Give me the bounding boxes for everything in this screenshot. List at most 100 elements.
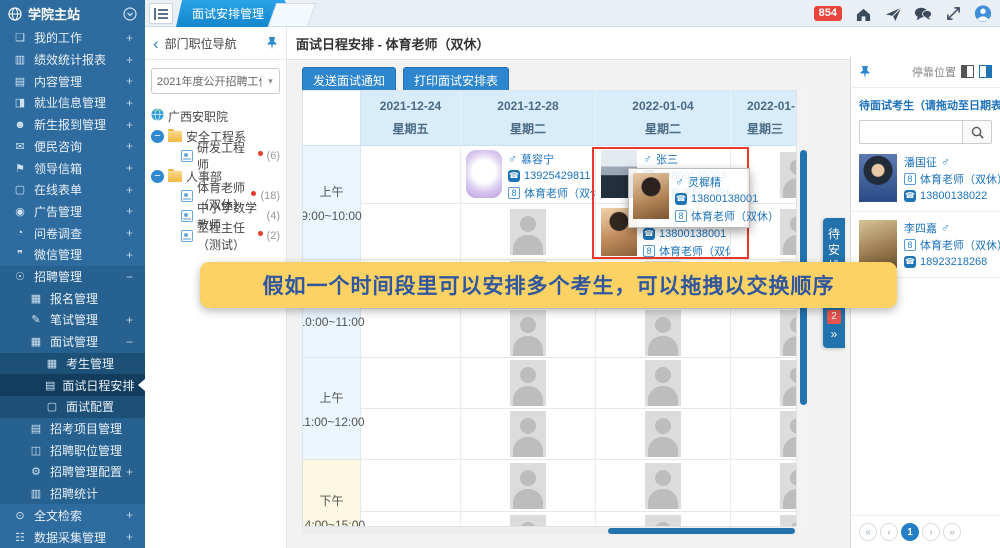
- sidebar-item-报名管理[interactable]: ▦报名管理: [0, 287, 145, 309]
- schedule-cell[interactable]: [361, 146, 461, 204]
- table-corner-cell: [303, 91, 361, 146]
- schedule-cell[interactable]: [731, 309, 797, 358]
- sidebar-item-招考项目管理[interactable]: ▤招考项目管理: [0, 418, 145, 440]
- search-button[interactable]: [962, 120, 992, 144]
- schedule-cell[interactable]: [596, 409, 731, 460]
- schedule-cell[interactable]: [596, 512, 731, 527]
- sidebar-item-面试管理[interactable]: ▦面试管理−: [0, 331, 145, 353]
- horizontal-scrollbar-thumb[interactable]: [608, 528, 795, 534]
- male-icon: ♂: [675, 175, 684, 189]
- collapse-icon[interactable]: −: [151, 170, 164, 183]
- avatar-placeholder: [645, 515, 681, 528]
- schedule-cell[interactable]: [596, 309, 731, 358]
- dragging-candidate-card[interactable]: ♂灵樨精☎138001380018体育老师（双休）: [628, 168, 750, 228]
- sidebar-item-面试配置[interactable]: ▢面试配置: [0, 396, 145, 418]
- time-row: 上午11:00~12:00: [303, 358, 796, 460]
- sidebar-item-全文检索[interactable]: ⊙全文检索+: [0, 504, 145, 526]
- project-select[interactable]: 2021年度公开招聘工作人员... ▾: [151, 68, 280, 94]
- job-badge-icon: 8: [904, 239, 916, 251]
- schedule-cell[interactable]: [361, 204, 461, 260]
- tree-position-研发工程师[interactable]: 研发工程师(6): [151, 146, 280, 166]
- avatar-placeholder: [645, 411, 681, 457]
- sidebar-item-数据采集管理[interactable]: ☷数据采集管理+: [0, 526, 145, 548]
- schedule-cell[interactable]: [596, 460, 731, 512]
- schedule-cell[interactable]: [731, 409, 797, 460]
- chevron-down-circle-icon[interactable]: [123, 7, 137, 21]
- male-icon: ♂: [941, 155, 950, 169]
- sidebar-item-笔试管理[interactable]: ✎笔试管理+: [0, 309, 145, 331]
- schedule-cell[interactable]: [361, 512, 461, 527]
- candidate-phone-line: ☎13800138022: [904, 188, 1000, 203]
- time-range: 9:00~10:00: [302, 209, 362, 223]
- search-input[interactable]: [859, 120, 962, 144]
- expand-mark: −: [126, 335, 133, 349]
- sidebar-item-招聘统计[interactable]: ▥招聘统计: [0, 483, 145, 505]
- home-icon[interactable]: [854, 5, 872, 23]
- collapse-panel-icon[interactable]: ‹: [153, 35, 159, 52]
- toggle-nav-icon[interactable]: [149, 3, 173, 24]
- user-avatar[interactable]: [974, 5, 992, 23]
- sidebar-item-绩效统计报表[interactable]: ▥绩效统计报表+: [0, 49, 145, 71]
- sidebar-item-微信管理[interactable]: ❞微信管理+: [0, 244, 145, 266]
- sidebar-item-考生管理[interactable]: ▦考生管理: [0, 353, 145, 375]
- tree-root-node[interactable]: 广西安职院: [151, 106, 280, 126]
- app-logo[interactable]: 学院主站: [0, 0, 145, 27]
- collapse-icon[interactable]: −: [151, 130, 164, 143]
- expand-mark: +: [126, 248, 133, 262]
- sidebar-item-内容管理[interactable]: ▤内容管理+: [0, 70, 145, 92]
- send-icon[interactable]: [884, 5, 902, 23]
- job-badge-icon: 8: [904, 173, 916, 185]
- schedule-cell[interactable]: [731, 358, 797, 409]
- schedule-cell[interactable]: [361, 309, 461, 358]
- schedule-cell[interactable]: [361, 358, 461, 409]
- page-button-»[interactable]: »: [943, 523, 961, 541]
- schedule-cell[interactable]: [461, 409, 596, 460]
- sidebar-item-新生报到管理[interactable]: ☻新生报到管理+: [0, 114, 145, 136]
- time-range: 10:00~11:00: [302, 315, 365, 329]
- schedule-cell[interactable]: [461, 358, 596, 409]
- sidebar-item-便民咨询[interactable]: ✉便民咨询+: [0, 136, 145, 158]
- schedule-cell[interactable]: [461, 309, 596, 358]
- sidebar-item-招聘管理配置[interactable]: ⚙招聘管理配置+: [0, 461, 145, 483]
- schedule-cell[interactable]: [731, 460, 797, 512]
- dock-right-icon[interactable]: [979, 65, 992, 78]
- pin-icon[interactable]: [266, 36, 278, 50]
- sidebar-item-label: 广告管理: [34, 203, 126, 220]
- schedule-cell[interactable]: [461, 512, 596, 527]
- eye-icon: ☉: [13, 270, 27, 283]
- schedule-cell[interactable]: [361, 409, 461, 460]
- form-icon: ▢: [13, 183, 27, 196]
- page-button-‹[interactable]: ‹: [880, 523, 898, 541]
- page-button-›[interactable]: ›: [922, 523, 940, 541]
- pending-candidate-item[interactable]: 潘国征♂8体育老师（双休）☎13800138022: [851, 146, 1000, 212]
- candidate-name: 慕容宁: [521, 151, 554, 167]
- pin-icon[interactable]: [859, 65, 871, 79]
- sidebar-item-问卷调查[interactable]: ◔问卷调查+: [0, 222, 145, 244]
- sidebar-item-就业信息管理[interactable]: ◨就业信息管理+: [0, 92, 145, 114]
- schedule-cell[interactable]: ♂慕容宁☎139254298118体育老师（双休）: [461, 146, 596, 204]
- schedule-cell[interactable]: [461, 204, 596, 260]
- chat-icon[interactable]: [914, 5, 932, 23]
- schedule-cell[interactable]: [731, 512, 797, 527]
- sidebar-item-我的工作[interactable]: ❏我的工作+: [0, 27, 145, 49]
- schedule-cell[interactable]: [361, 460, 461, 512]
- page-button-«[interactable]: «: [859, 523, 877, 541]
- candidate-name: 李四嘉: [904, 220, 937, 236]
- scheduled-candidate-card[interactable]: ♂慕容宁☎139254298118体育老师（双休）: [461, 146, 595, 204]
- fullscreen-icon[interactable]: [944, 5, 962, 23]
- sidebar-item-广告管理[interactable]: ◉广告管理+: [0, 201, 145, 223]
- page-button-1[interactable]: 1: [901, 523, 919, 541]
- sidebar-item-领导信箱[interactable]: ⚑领导信箱+: [0, 157, 145, 179]
- schedule-cell[interactable]: [596, 358, 731, 409]
- dock-left-icon[interactable]: [961, 65, 974, 78]
- sidebar-item-招聘职位管理[interactable]: ◫招聘职位管理: [0, 439, 145, 461]
- sidebar-item-在线表单[interactable]: ▢在线表单+: [0, 179, 145, 201]
- sidebar-item-招聘管理[interactable]: ☉招聘管理−: [0, 266, 145, 288]
- drag-preview-card[interactable]: ♂灵樨精☎138001380018体育老师（双休）: [629, 169, 749, 227]
- job-badge-icon: 8: [643, 245, 655, 257]
- candidate-search: [859, 120, 992, 144]
- schedule-cell[interactable]: [461, 460, 596, 512]
- horizontal-scrollbar: [302, 527, 797, 535]
- sidebar-item-面试日程安排[interactable]: ▤面试日程安排: [0, 374, 145, 396]
- notification-badge[interactable]: 854: [814, 6, 842, 21]
